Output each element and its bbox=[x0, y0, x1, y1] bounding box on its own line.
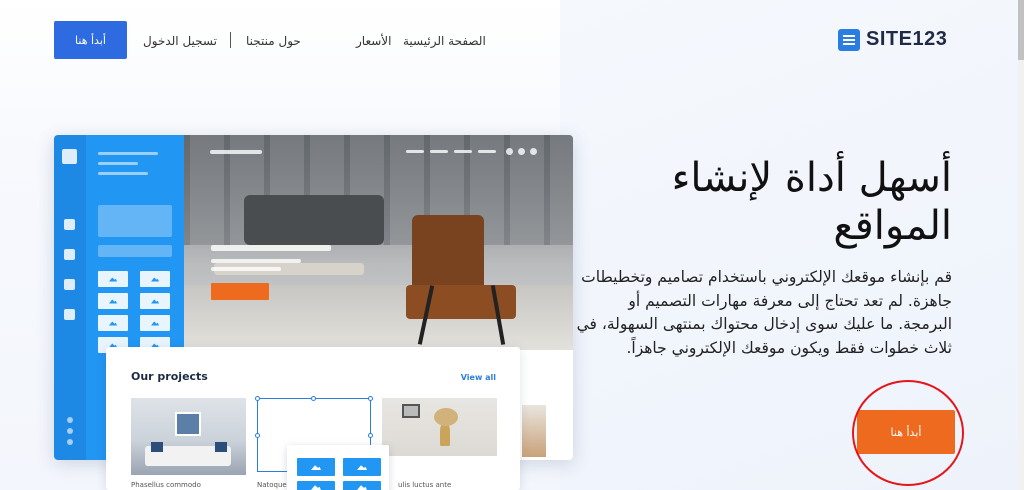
hero-start-button[interactable]: أبدأ هنا bbox=[857, 410, 955, 454]
nav-pricing[interactable]: الأسعار bbox=[356, 34, 391, 48]
image-picker-popup bbox=[287, 445, 389, 490]
header-start-button[interactable]: أبدأ هنا bbox=[54, 21, 127, 59]
project-caption: Phasellus commodo bbox=[131, 481, 201, 489]
mockup-block bbox=[98, 205, 172, 237]
view-all-link: View all bbox=[460, 373, 496, 382]
page-scrollbar[interactable] bbox=[1018, 0, 1024, 490]
mockup-logo-icon bbox=[62, 149, 77, 164]
mockup-text-bar bbox=[211, 259, 301, 263]
mockup-photo-logo bbox=[210, 150, 262, 154]
mockup-image-tile bbox=[140, 293, 170, 309]
mockup-image-tile bbox=[98, 271, 128, 287]
sofa-shape bbox=[244, 195, 384, 245]
mockup-orange-button bbox=[211, 283, 269, 300]
mockup-rail-icon bbox=[64, 309, 75, 320]
mockup-rail-icon bbox=[64, 219, 75, 230]
site-logo[interactable]: SITE123 bbox=[838, 28, 947, 51]
chair-shape bbox=[412, 215, 484, 293]
mockup-dot bbox=[67, 417, 73, 423]
mockup-headline-bar bbox=[211, 245, 331, 251]
logo-icon bbox=[838, 28, 860, 51]
mockup-icon-rail bbox=[54, 135, 86, 460]
mockup-image-tile bbox=[98, 315, 128, 331]
image-icon bbox=[343, 481, 381, 490]
image-icon bbox=[343, 458, 381, 476]
mockup-dot bbox=[67, 439, 73, 445]
image-icon bbox=[297, 481, 335, 490]
hero-title: أسهل أداة لإنشاء المواقع bbox=[671, 155, 952, 249]
mockup-image-tile bbox=[140, 271, 170, 287]
project-thumb-living-room bbox=[131, 398, 246, 475]
nav-separator bbox=[230, 32, 231, 48]
mockup-rail-icon bbox=[64, 249, 75, 260]
mockup-rail-icon bbox=[64, 279, 75, 290]
mockup-side-thumb bbox=[522, 405, 546, 457]
project-thumb-vase bbox=[382, 398, 497, 475]
mockup-text-line bbox=[98, 162, 138, 165]
mockup-image-tile bbox=[98, 293, 128, 309]
nav-login[interactable]: تسجيل الدخول bbox=[143, 34, 217, 48]
landing-page: SITE123 الصفحة الرئيسية الأسعار حول منتج… bbox=[0, 0, 1018, 490]
hero-description: قم بإنشاء موقعك الإلكتروني باستخدام تصام… bbox=[576, 268, 952, 357]
mockup-dot bbox=[67, 428, 73, 434]
scrollbar-thumb[interactable] bbox=[1018, 0, 1024, 60]
mockup-text-bar bbox=[211, 267, 281, 271]
mockup-image-tile bbox=[140, 315, 170, 331]
mockup-text-line bbox=[98, 172, 148, 175]
project-caption: ulis luctus ante bbox=[398, 481, 452, 489]
projects-title: Our projects bbox=[131, 370, 208, 383]
project-caption: Natoque bbox=[257, 481, 287, 489]
mockup-search-bar bbox=[98, 245, 172, 257]
logo-text: SITE123 bbox=[866, 28, 948, 50]
mockup-text-line bbox=[98, 152, 158, 155]
image-icon bbox=[297, 458, 335, 476]
nav-home[interactable]: الصفحة الرئيسية bbox=[403, 34, 486, 48]
nav-about-product[interactable]: حول منتجنا bbox=[246, 34, 301, 48]
mockup-hero-photo bbox=[184, 135, 573, 350]
